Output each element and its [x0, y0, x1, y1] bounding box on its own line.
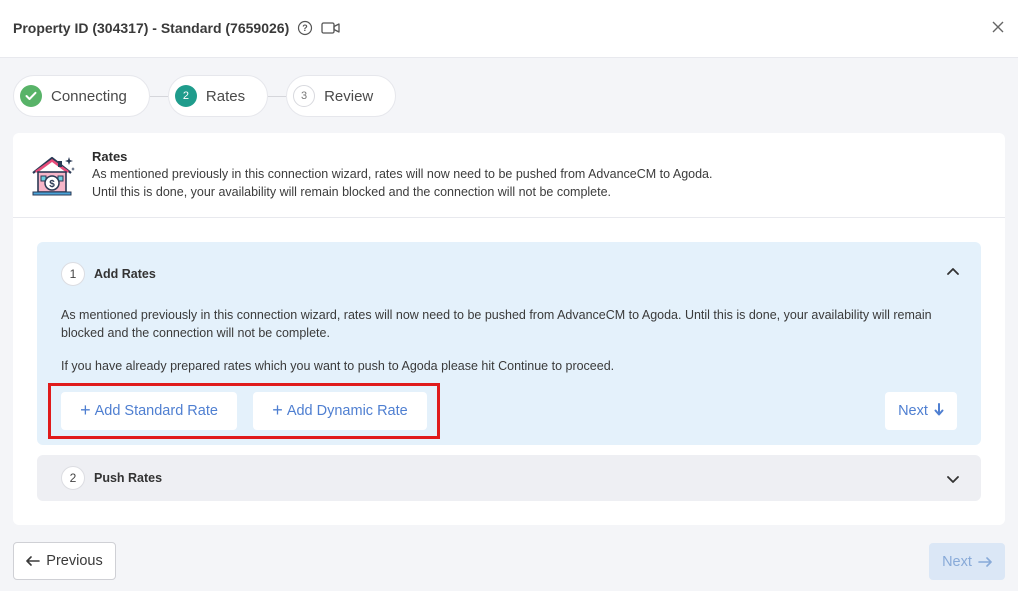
accordion-paragraph: As mentioned previously in this connecti…	[61, 308, 932, 340]
svg-text:$: $	[49, 179, 55, 190]
house-money-icon: $	[27, 153, 77, 197]
accordion-title[interactable]: Push Rates	[94, 471, 162, 485]
step-rates[interactable]: 2 Rates	[167, 75, 269, 117]
accordion-number: 2	[61, 466, 85, 490]
accordion-add-rates: 1 Add Rates As mentioned previously in t…	[37, 242, 981, 445]
arrow-right-icon	[978, 556, 992, 567]
button-label: Add Dynamic Rate	[286, 403, 408, 419]
accordion-push-rates[interactable]: 2 Push Rates	[37, 455, 981, 501]
accordion-number: 1	[61, 262, 85, 286]
next-step-button[interactable]: Next	[885, 392, 957, 430]
svg-text:?: ?	[302, 23, 308, 33]
video-camera-icon[interactable]	[321, 21, 341, 35]
step-label: Review	[324, 87, 374, 105]
step-label: Rates	[205, 87, 246, 105]
button-label: Next	[942, 553, 972, 570]
plus-icon: +	[80, 399, 91, 420]
plus-icon: +	[272, 399, 283, 420]
rates-card-description: As mentioned previously in this connecti…	[92, 166, 972, 201]
description-line: Until this is done, your availability wi…	[92, 184, 612, 199]
chevron-down-icon[interactable]	[945, 472, 961, 488]
step-connector	[149, 95, 168, 97]
previous-button[interactable]: Previous	[13, 542, 116, 580]
wizard-steps: Connecting 2 Rates 3 Review	[13, 75, 397, 117]
next-button[interactable]: Next	[929, 543, 1005, 580]
check-icon	[20, 85, 42, 107]
help-circle-icon[interactable]: ?	[297, 20, 313, 36]
chevron-up-icon[interactable]	[945, 263, 961, 279]
rates-card-title: Rates	[92, 149, 128, 164]
modal-title-group: Property ID (304317) - Standard (7659026…	[13, 20, 341, 36]
arrow-down-icon	[934, 402, 944, 420]
step-number: 2	[174, 85, 197, 107]
step-label: Connecting	[51, 87, 127, 105]
modal-header: Property ID (304317) - Standard (7659026…	[0, 0, 1018, 58]
button-label: Next	[898, 403, 928, 419]
rates-card: $ Rates As mentioned previously in this …	[13, 133, 1005, 525]
button-label: Previous	[46, 553, 103, 569]
step-connecting[interactable]: Connecting	[13, 75, 150, 117]
accordion-title[interactable]: Add Rates	[94, 267, 156, 281]
close-icon[interactable]	[988, 17, 1008, 37]
arrow-left-icon	[26, 556, 41, 566]
step-number: 3	[293, 85, 316, 107]
accordion-paragraph: If you have already prepared rates which…	[61, 359, 615, 373]
description-line: As mentioned previously in this connecti…	[92, 167, 713, 181]
add-standard-rate-button[interactable]: + Add Standard Rate	[61, 392, 237, 430]
add-dynamic-rate-button[interactable]: + Add Dynamic Rate	[253, 392, 427, 430]
modal-title: Property ID (304317) - Standard (7659026…	[13, 20, 290, 36]
step-review[interactable]: 3 Review	[286, 75, 397, 117]
step-connector	[268, 95, 287, 97]
button-label: Add Standard Rate	[94, 403, 218, 419]
rates-card-header: $ Rates As mentioned previously in this …	[13, 133, 1005, 218]
